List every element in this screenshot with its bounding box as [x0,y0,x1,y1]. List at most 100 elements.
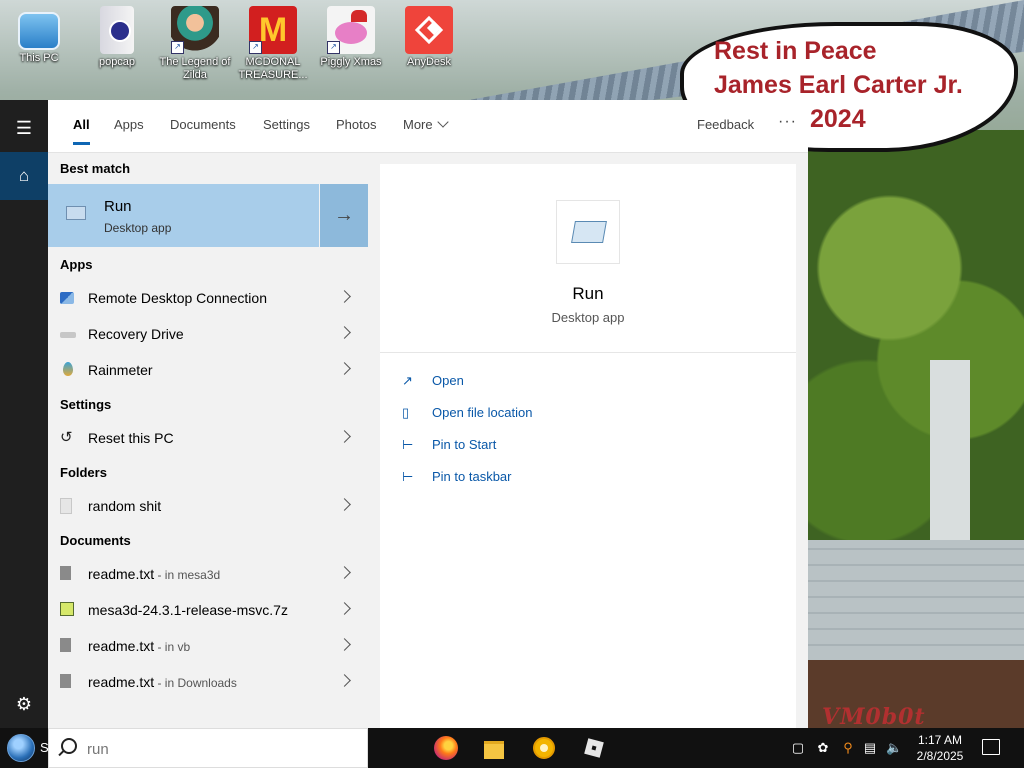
chevron-right-icon[interactable] [338,290,351,303]
search-box[interactable] [48,728,368,768]
desktop-icon-popcap[interactable]: popcap [80,6,154,69]
chevron-right-icon[interactable] [338,326,351,339]
document-location: - in mesa3d [154,568,221,582]
document-name: mesa3d-24.3.1-release-msvc.7z [88,602,288,618]
desktop-icon-label: This PC [19,52,59,64]
home-icon[interactable]: ⌂ [0,152,48,200]
detail-app-kind: Desktop app [551,310,625,325]
result-label: Recovery Drive [88,326,184,342]
desktop-icon-label: The Legend of Zilda [159,56,231,81]
result-document[interactable]: readme.txt - in mesa3d [48,556,368,592]
tray-display-icon[interactable]: ▢ [790,740,806,756]
start-rail: ☰ ⌂ ⚙ [0,100,48,728]
tab-photos[interactable]: Photos [336,117,376,132]
result-rainmeter[interactable]: Rainmeter [48,352,368,388]
firefox-icon[interactable] [430,732,462,764]
file-explorer-icon[interactable] [478,732,510,764]
desktop-icon-mcdonal-treasure[interactable]: M ↗ MCDONAL TREASURE... [236,6,310,82]
pin-icon: ⊢ [402,437,414,452]
divider [380,352,796,353]
more-options-button[interactable]: ··· [778,113,797,131]
pillar-image [930,360,970,560]
tab-documents[interactable]: Documents [170,117,236,132]
hamburger-menu-icon[interactable]: ☰ [0,100,48,152]
desktop-icon-legend-of-zilda[interactable]: ↗ The Legend of Zilda [158,6,232,82]
tray-search-tool-icon[interactable]: ⚲ [840,740,856,756]
arrow-right-icon[interactable]: → [319,184,368,247]
detail-pane: Run Desktop app ↗ Open ▯ Open file locat… [380,164,796,728]
bubble-line: James Earl Carter Jr. [714,71,963,99]
start-button[interactable] [0,728,40,768]
trees-image [800,130,1024,590]
popcap-icon [100,6,134,54]
chevron-right-icon[interactable] [338,602,351,615]
result-document[interactable]: readme.txt - in Downloads [48,664,368,700]
document-name: readme.txt [88,566,155,582]
remote-desktop-icon [60,292,74,304]
result-label: readme.txt - in vb [88,638,190,654]
mcdonal-treasure-icon: M ↗ [249,6,297,54]
result-folder-random[interactable]: random shit [48,488,368,524]
notification-center-icon[interactable] [982,739,1000,755]
windows-orb-icon [7,734,35,762]
search-icon [61,738,77,754]
document-name: readme.txt [88,638,155,654]
roblox-icon[interactable] [578,732,610,764]
result-remote-desktop[interactable]: Remote Desktop Connection [48,280,368,316]
document-location: - in Downloads [154,676,237,690]
detail-app-name: Run [572,284,604,303]
tab-more[interactable]: More [403,116,449,132]
clock-time: 1:17 AM [917,733,963,747]
chrome-canary-icon[interactable] [528,732,560,764]
network-icon[interactable]: ▤ [862,740,878,756]
result-document[interactable]: readme.txt - in vb [48,628,368,664]
result-reset-this-pc[interactable]: ↺ Reset this PC [48,420,368,456]
chevron-right-icon[interactable] [338,430,351,443]
legend-of-zilda-icon: ↗ [171,6,219,54]
pavement-image [800,540,1024,660]
chevron-right-icon[interactable] [338,638,351,651]
desktop-icon-piggly-xmas[interactable]: ↗ Piggly Xmas [314,6,388,69]
result-label: Rainmeter [88,362,153,378]
file-location-icon: ▯ [402,405,410,420]
gear-icon[interactable]: ⚙ [0,688,48,720]
feedback-link[interactable]: Feedback [697,117,754,132]
tab-all[interactable]: All [73,117,90,145]
run-window-icon [571,221,607,243]
section-header-documents: Documents [60,533,131,548]
results-list: Best match Run Desktop app → Apps Remote… [48,152,368,728]
result-label: readme.txt - in mesa3d [88,566,220,582]
action-label: Pin to taskbar [432,469,512,484]
action-label: Open [432,373,464,388]
tab-settings[interactable]: Settings [263,117,310,132]
open-icon: ↗ [402,373,413,388]
shortcut-arrow-icon: ↗ [249,41,262,54]
result-document[interactable]: mesa3d-24.3.1-release-msvc.7z [48,592,368,628]
tab-apps[interactable]: Apps [114,117,144,132]
section-header-best-match: Best match [60,161,131,176]
search-panel: All Apps Documents Settings Photos More … [48,100,808,728]
archive-file-icon [60,602,74,616]
chevron-right-icon[interactable] [338,674,351,687]
watermark: VM0b0t [822,704,926,730]
text-file-icon [60,638,71,652]
result-label: Remote Desktop Connection [88,290,267,306]
bubble-line: Rest in Peace [714,37,877,65]
clock-date: 2/8/2025 [916,749,964,763]
best-match-run[interactable]: Run Desktop app → [48,184,368,247]
search-input[interactable] [87,738,357,760]
volume-icon[interactable]: 🔈 [886,740,902,756]
chevron-right-icon[interactable] [338,498,351,511]
tray-app-icon[interactable]: ✿ [815,740,831,756]
best-match-subtitle: Desktop app [104,221,172,235]
desktop-icon-anydesk[interactable]: AnyDesk [392,6,466,69]
this-pc-icon [18,12,60,50]
section-header-settings: Settings [60,397,112,412]
chevron-right-icon[interactable] [338,362,351,375]
clock[interactable]: 1:17 AM 2/8/2025 [912,732,968,764]
desktop-icon-label: Piggly Xmas [320,56,382,68]
desktop-icon-this-pc[interactable]: This PC [2,6,76,65]
chevron-right-icon[interactable] [338,566,351,579]
result-recovery-drive[interactable]: Recovery Drive [48,316,368,352]
folder-icon [60,498,72,514]
